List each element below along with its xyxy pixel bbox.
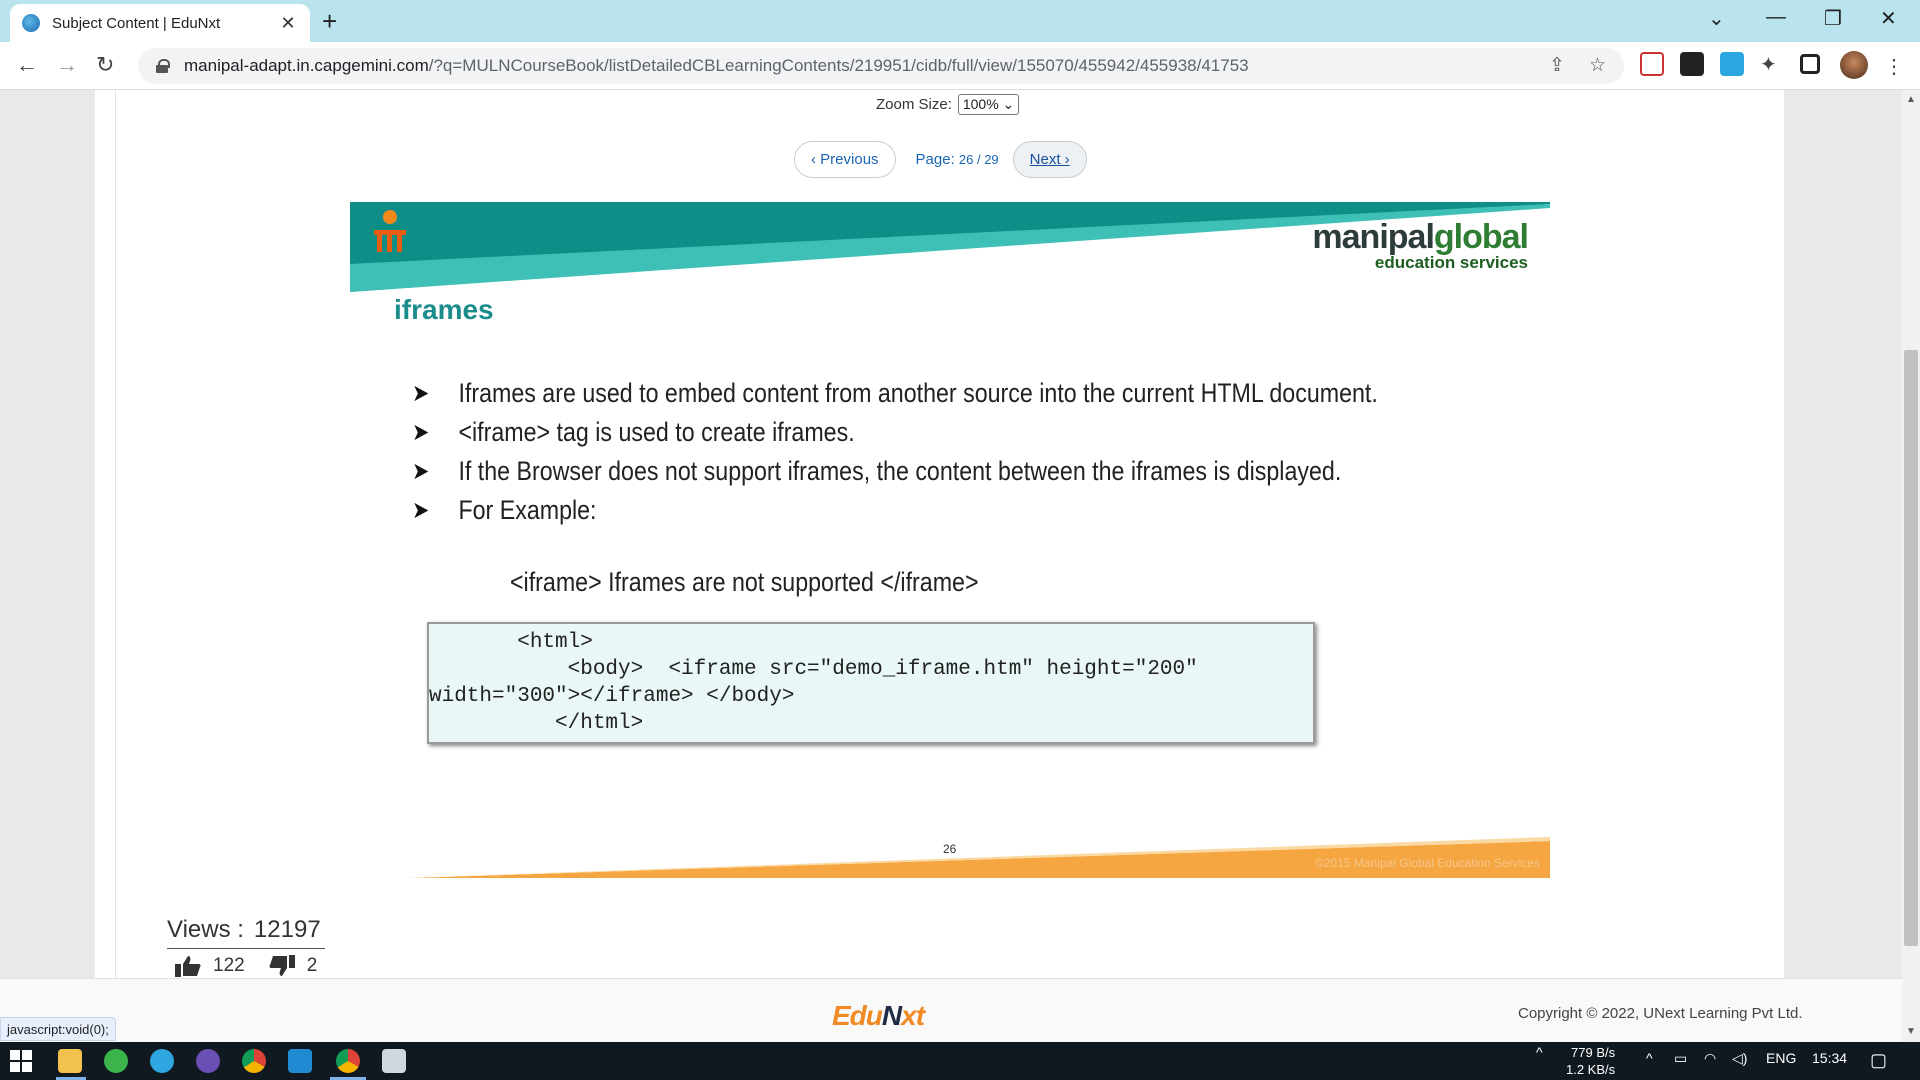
file-explorer-icon[interactable]	[58, 1049, 82, 1073]
lock-icon[interactable]	[156, 59, 170, 73]
footer-copyright: Copyright © 2022, UNext Learning Pvt Ltd…	[1518, 1005, 1803, 1022]
tray-chevron-icon[interactable]: ^	[1646, 1050, 1653, 1066]
chrome-icon[interactable]	[242, 1049, 266, 1073]
back-icon[interactable]: ←	[16, 52, 38, 78]
minimize-button[interactable]: —	[1766, 6, 1786, 29]
next-button[interactable]: Next ›	[1012, 140, 1087, 178]
bullet-list: ➤ Iframes are used to embed content from …	[412, 374, 1378, 530]
app-window-icon[interactable]	[382, 1049, 406, 1073]
pager: ‹ Previous Page: 26 / 29 Next ›	[794, 140, 1087, 178]
arrow-bullet-icon: ➤	[412, 419, 430, 446]
app-green-icon[interactable]	[104, 1049, 128, 1073]
app-purple-icon[interactable]	[196, 1049, 220, 1073]
bullet-item: ➤ Iframes are used to embed content from …	[412, 374, 1378, 413]
zoom-control: Zoom Size: 100% ⌄	[876, 94, 1020, 115]
page-indicator: Page: 26 / 29	[915, 150, 999, 168]
scrollbar-thumb[interactable]	[1904, 350, 1918, 946]
manipal-logo-icon	[374, 210, 406, 252]
network-speed: 779 B/s 1.2 KB/s	[1566, 1045, 1616, 1077]
scroll-down-icon[interactable]: ▼	[1906, 1026, 1916, 1037]
slide-copyright: ©2015 Manipal Global Education Services	[1315, 856, 1540, 870]
tab-search-icon[interactable]: ⌄	[1708, 6, 1725, 31]
share-icon[interactable]: ⇪	[1549, 54, 1565, 77]
views-counter: Views :12197	[167, 916, 325, 949]
extension-pocket-icon[interactable]	[1640, 52, 1664, 76]
browser-menu-icon[interactable]: ⋮	[1884, 54, 1904, 79]
tab-close-icon[interactable]: ✕	[278, 13, 298, 34]
url-text: manipal-adapt.in.capgemini.com/?q=MULNCo…	[184, 56, 1249, 75]
slide-title: iframes	[394, 294, 494, 325]
arrow-bullet-icon: ➤	[412, 497, 430, 524]
arrow-bullet-icon: ➤	[412, 380, 430, 407]
clock[interactable]: 15:34	[1812, 1050, 1847, 1066]
tab-title: Subject Content | EduNxt	[52, 14, 221, 32]
extensions-puzzle-icon[interactable]: ✦	[1760, 52, 1777, 77]
bullet-item: ➤ <iframe> tag is used to create iframes.	[412, 413, 1378, 452]
status-bar-url: javascript:void(0);	[0, 1017, 116, 1041]
address-bar[interactable]: manipal-adapt.in.capgemini.com/?q=MULNCo…	[138, 48, 1624, 84]
arrow-bullet-icon: ➤	[412, 458, 430, 485]
browser-tab[interactable]: Subject Content | EduNxt ✕	[10, 4, 310, 42]
edunxt-logo: EduNxt	[832, 1000, 925, 1031]
scroll-up-icon[interactable]: ▲	[1906, 94, 1916, 105]
zoom-select[interactable]: 100% ⌄	[957, 94, 1020, 115]
bullet-item: ➤ For Example:	[412, 491, 1378, 530]
bookmark-star-icon[interactable]: ☆	[1589, 54, 1606, 77]
windows-start-icon[interactable]	[10, 1050, 32, 1072]
wifi-icon[interactable]: ◠	[1704, 1050, 1716, 1067]
new-tab-button[interactable]: +	[322, 6, 337, 37]
volume-icon[interactable]: ◁)	[1732, 1050, 1747, 1067]
previous-button[interactable]: ‹ Previous	[794, 140, 896, 178]
zoom-label: Zoom Size:	[876, 96, 952, 113]
notifications-icon[interactable]: ▢	[1870, 1050, 1887, 1071]
reactions: 122 2	[175, 955, 317, 977]
edunxt-favicon-icon	[22, 14, 40, 32]
chrome-active-icon[interactable]	[336, 1049, 360, 1073]
reload-icon[interactable]: ↻	[96, 52, 114, 78]
extension-ninja-icon[interactable]	[1680, 52, 1704, 76]
slide-page-number: 26	[943, 842, 957, 856]
telegram-icon[interactable]	[150, 1049, 174, 1073]
example-text: <iframe> Iframes are not supported </ifr…	[510, 567, 979, 597]
likes-count: 122	[213, 955, 245, 976]
side-panel-icon[interactable]	[1800, 54, 1820, 74]
thumbs-down-icon[interactable]	[269, 955, 295, 977]
restore-button[interactable]: ❐	[1824, 6, 1842, 31]
close-window-button[interactable]: ✕	[1880, 6, 1897, 31]
tray-expand-icon[interactable]: ^	[1536, 1044, 1543, 1060]
forward-icon[interactable]: →	[56, 52, 78, 78]
slide: manipalglobal education services iframes…	[350, 202, 1550, 878]
dislikes-count: 2	[306, 955, 318, 976]
thumbs-up-icon[interactable]	[175, 955, 201, 977]
bullet-item: ➤ If the Browser does not support iframes…	[412, 452, 1378, 491]
profile-avatar[interactable]	[1840, 51, 1868, 79]
language-indicator[interactable]: ENG	[1766, 1050, 1796, 1066]
brand-logo: manipalglobal education services	[1312, 218, 1529, 272]
code-example: <html> <body> <iframe src="demo_iframe.h…	[427, 622, 1315, 744]
extension-s-icon[interactable]	[1720, 52, 1744, 76]
browser-toolbar: ← → ↻ manipal-adapt.in.capgemini.com/?q=…	[0, 42, 1920, 90]
battery-icon[interactable]: ▭	[1674, 1050, 1687, 1067]
vscode-icon[interactable]	[288, 1049, 312, 1073]
